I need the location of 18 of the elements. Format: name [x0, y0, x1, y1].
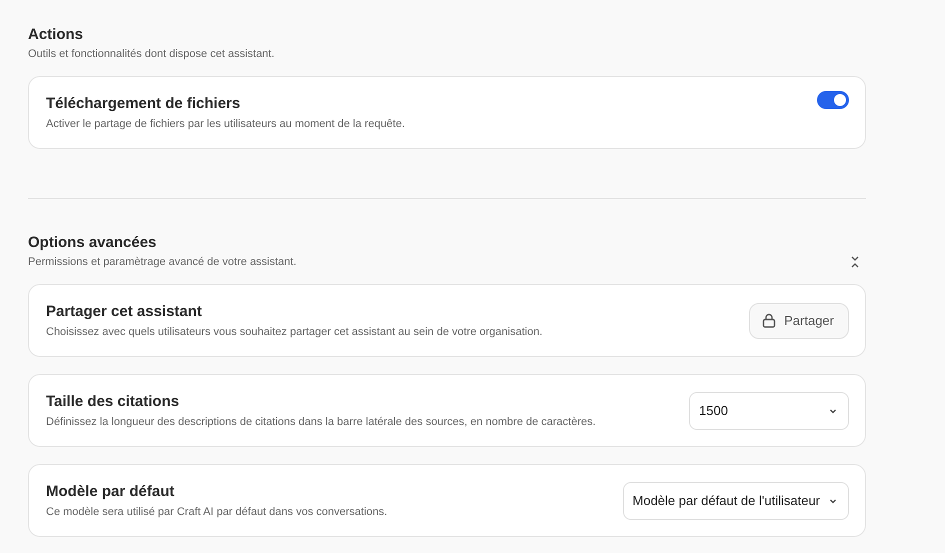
section-title: Actions [28, 26, 84, 43]
setting-title: Partager cet assistant [46, 303, 203, 320]
section-title: Options avancées [28, 234, 158, 251]
toggle-switch[interactable] [817, 91, 849, 109]
setting-description: Activer le partage de fichiers par les utilisateurs au moment de la requête. [46, 118, 405, 130]
setting-description: Définissez la longueur des descriptions de citations dans la barre latérale des sources, en nombre de caractères. [46, 416, 596, 428]
select-dropdown[interactable]: Modèle par défaut de l'utilisateur [622, 482, 849, 520]
select-dropdown[interactable]: 1500 [689, 392, 849, 430]
section-subtitle: Permissions et paramètrage avancé de votre assistant. [28, 256, 296, 268]
setting-title: Taille des citations [46, 393, 180, 410]
collapse-icon[interactable] [850, 256, 860, 268]
section-subtitle: Outils et fonctionnalités dont dispose cet assistant. [28, 48, 274, 60]
setting-title: Téléchargement de fichiers [46, 95, 242, 112]
setting-description: Ce modèle sera utilisé par Craft AI par défaut dans vos conversations. [46, 506, 388, 518]
lock-icon [762, 313, 776, 328]
setting-title: Modèle par défaut [46, 483, 176, 500]
share-button[interactable]: Partager [749, 302, 849, 338]
setting-description: Choisissez avec quels utilisateurs vous souhaitez partager cet assistant au sein de votre organisation. [46, 326, 542, 338]
